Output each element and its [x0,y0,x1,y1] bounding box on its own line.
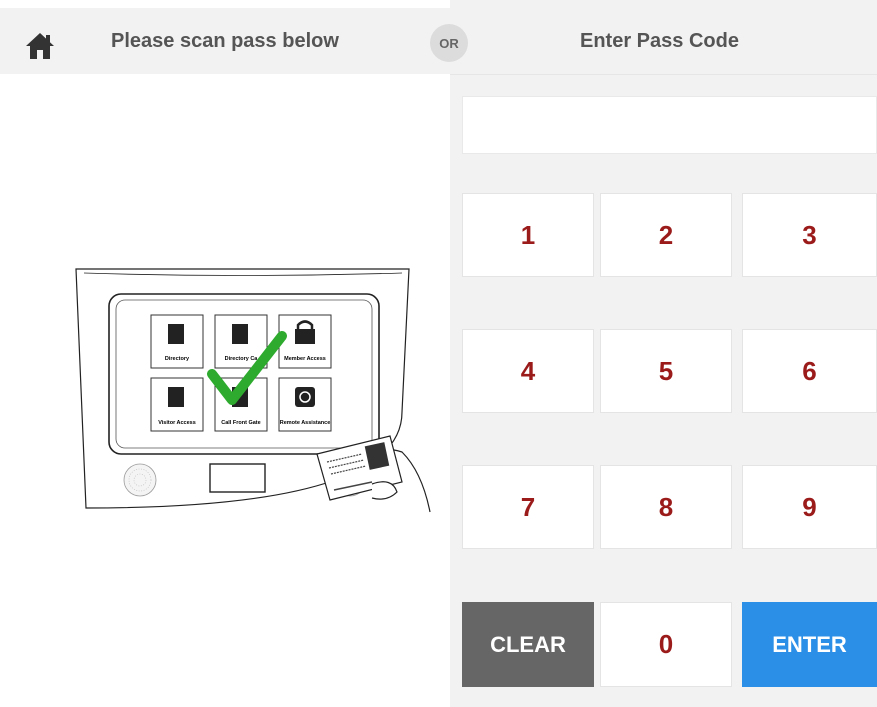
code-header: Enter Pass Code [450,8,877,75]
tile-member-access: Member Access [278,314,332,369]
tile-remote-assistance: Remote Assistance [278,377,332,432]
clear-button[interactable]: CLEAR [462,602,594,687]
enter-button[interactable]: ENTER [742,602,877,687]
key-2[interactable]: 2 [600,193,732,277]
key-5[interactable]: 5 [600,329,732,413]
tile-label: Visitor Access [158,420,196,426]
tile-visitor-access: Visitor Access [150,377,204,432]
key-0[interactable]: 0 [600,602,732,687]
code-title: Enter Pass Code [580,30,739,52]
tile-label: Member Access [284,356,326,362]
key-7[interactable]: 7 [462,465,594,549]
tile-directory: Directory [150,314,204,369]
or-separator: OR [430,24,468,62]
key-6[interactable]: 6 [742,329,877,413]
key-1[interactable]: 1 [462,193,594,277]
key-9[interactable]: 9 [742,465,877,549]
tile-label: Call Front Gate [221,420,260,426]
scan-title: Please scan pass below [111,30,339,52]
phone-book-icon [232,324,248,344]
scan-header: Please scan pass below [0,8,450,74]
kiosk-illustration: Directory Directory Ca Member Access Vis… [75,268,431,513]
pass-code-display[interactable] [462,96,877,154]
visitor-card-icon [168,387,184,407]
key-8[interactable]: 8 [600,465,732,549]
speaker-grill-left [123,463,157,497]
card-reader-slot [209,463,266,493]
tile-label: Directory [165,356,190,362]
scan-panel: Please scan pass below Directory Directo… [0,0,450,707]
key-4[interactable]: 4 [462,329,594,413]
home-icon[interactable] [24,31,56,61]
tile-label: Remote Assistance [280,420,331,426]
tile-label: Directory Ca [225,356,259,362]
headset-icon [295,387,315,407]
key-3[interactable]: 3 [742,193,877,277]
address-book-icon [168,324,184,344]
code-panel: Enter Pass Code 1 2 3 4 5 6 7 8 9 CLEAR … [450,0,877,707]
